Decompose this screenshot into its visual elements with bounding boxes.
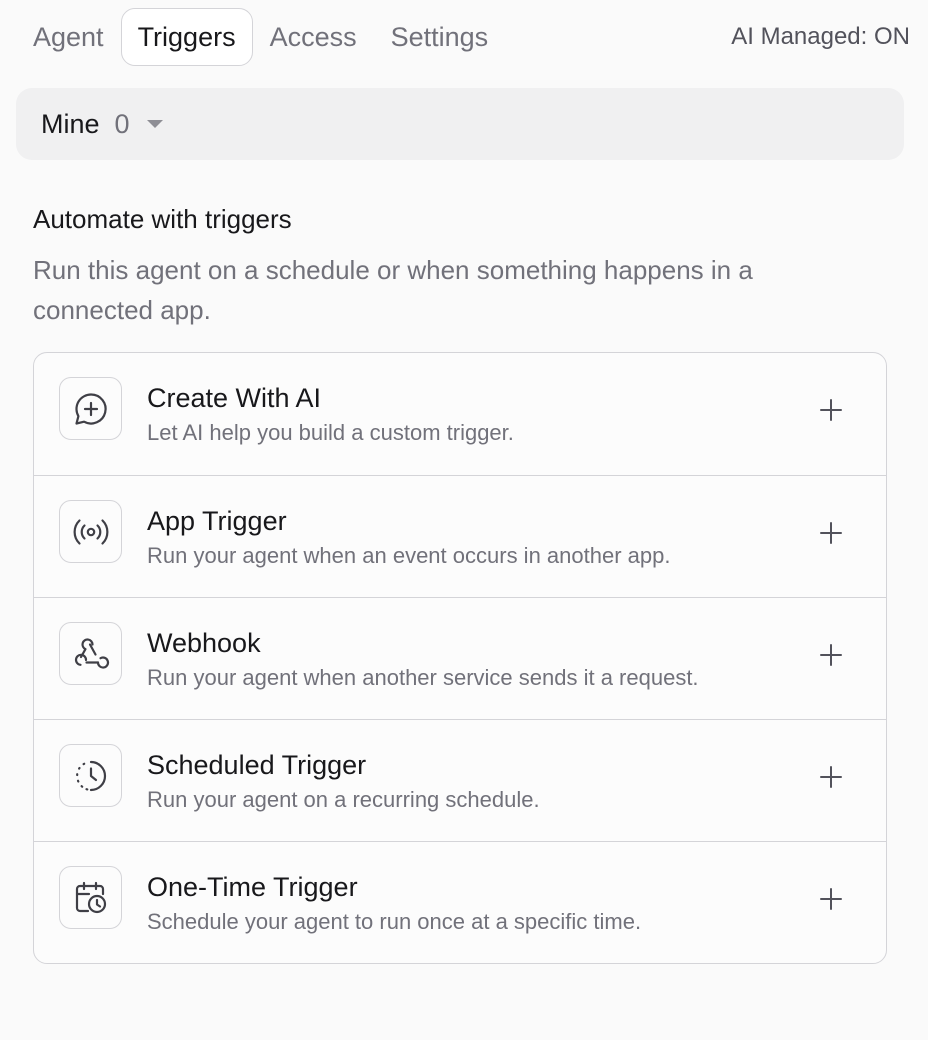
tab-agent[interactable]: Agent	[16, 8, 121, 66]
trigger-description: Schedule your agent to run once at a spe…	[147, 909, 642, 934]
trigger-title: Webhook	[147, 628, 261, 658]
plus-icon[interactable]	[820, 399, 842, 421]
trigger-scheduled[interactable]: Scheduled Trigger Run your agent on a re…	[34, 719, 886, 841]
filter-dropdown[interactable]: Mine 0	[16, 88, 904, 160]
filter-count: 0	[114, 108, 130, 139]
trigger-title: Create With AI	[147, 383, 322, 413]
trigger-one-time[interactable]: One-Time Trigger Schedule your agent to …	[34, 841, 886, 963]
broadcast-icon	[59, 500, 122, 563]
trigger-app-trigger[interactable]: App Trigger Run your agent when an event…	[34, 475, 886, 597]
plus-icon[interactable]	[820, 888, 842, 910]
ai-managed-status: AI Managed: ON	[731, 23, 910, 50]
calendar-clock-icon	[59, 866, 122, 929]
trigger-description: Run your agent when an event occurs in a…	[147, 543, 671, 568]
filter-label: Mine	[41, 108, 100, 139]
trigger-description: Run your agent when another service send…	[147, 665, 699, 690]
trigger-create-with-ai[interactable]: Create With AI Let AI help you build a c…	[34, 353, 886, 475]
clock-dashed-icon	[59, 744, 122, 807]
trigger-description: Run your agent on a recurring schedule.	[147, 787, 540, 812]
plus-icon[interactable]	[820, 766, 842, 788]
trigger-list: Create With AI Let AI help you build a c…	[33, 352, 887, 964]
tab-settings[interactable]: Settings	[374, 8, 506, 66]
chat-plus-icon	[59, 377, 122, 440]
trigger-webhook[interactable]: Webhook Run your agent when another serv…	[34, 597, 886, 719]
tab-access[interactable]: Access	[253, 8, 374, 66]
trigger-title: One-Time Trigger	[147, 872, 358, 902]
trigger-description: Let AI help you build a custom trigger.	[147, 420, 514, 445]
section-description: Run this agent on a schedule or when som…	[33, 255, 753, 325]
section-title: Automate with triggers	[33, 204, 292, 234]
trigger-title: Scheduled Trigger	[147, 750, 367, 780]
tab-triggers[interactable]: Triggers	[120, 8, 253, 66]
trigger-title: App Trigger	[147, 506, 287, 536]
plus-icon[interactable]	[820, 644, 842, 666]
webhook-icon	[59, 622, 122, 685]
caret-down-icon	[146, 120, 163, 128]
plus-icon[interactable]	[820, 522, 842, 544]
top-tab-bar: Agent Triggers Access Settings AI Manage…	[16, 8, 912, 66]
